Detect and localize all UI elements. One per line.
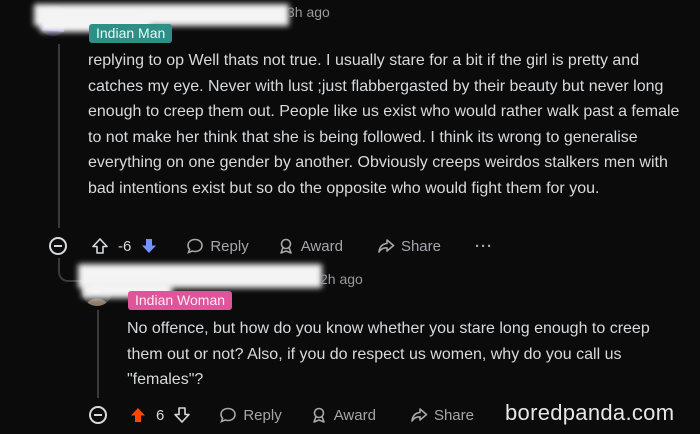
award-button[interactable]: Award [310,406,376,424]
reply-button[interactable]: Reply [219,406,282,424]
comment-body: replying to op Well thats not true. I us… [88,52,680,197]
share-arrow-icon [378,239,395,253]
upvote-arrow-icon [131,408,145,422]
award-icon [279,238,292,254]
award-icon [312,407,325,423]
share-label: Share [433,406,474,424]
share-label: Share [400,237,441,255]
reply-label: Reply [210,237,249,255]
downvote-button[interactable] [140,237,158,255]
comment-actions: 6 Reply Award Share [89,402,474,428]
share-button[interactable]: Share [377,237,441,255]
user-flair: Indian Woman [128,291,233,310]
user-flair: Indian Man [89,24,173,43]
comment-body: No offence, but how do you know whether … [127,320,650,388]
downvote-arrow-icon [142,239,157,253]
thread-line-main [58,44,60,228]
collapse-thread-button[interactable] [49,237,67,255]
upvote-button[interactable] [91,237,109,255]
downvote-arrow-icon [174,407,191,423]
comment-timestamp: 3h ago [287,4,330,20]
award-label: Award [333,406,376,424]
speech-bubble-icon [187,238,204,254]
more-options-button[interactable]: ··· [475,238,493,255]
comment-timestamp: 2h ago [320,271,363,287]
vote-score: -6 [118,237,132,255]
reply-button[interactable]: Reply [186,237,249,255]
share-button[interactable]: Share [410,406,474,424]
award-button[interactable]: Award [277,237,343,255]
upvote-arrow-icon [92,238,108,254]
collapse-thread-button[interactable] [89,406,107,424]
award-label: Award [300,237,343,255]
comment-actions: -6 Reply Award Share ··· [49,233,493,259]
thread-line-reply [97,310,99,398]
upvote-button[interactable] [129,406,147,424]
speech-bubble-icon [220,407,237,423]
downvote-button[interactable] [173,406,191,424]
vote-score: 6 [156,406,165,424]
share-arrow-icon [411,408,428,422]
watermark: boredpanda.com [505,400,675,425]
reply-label: Reply [243,406,282,424]
